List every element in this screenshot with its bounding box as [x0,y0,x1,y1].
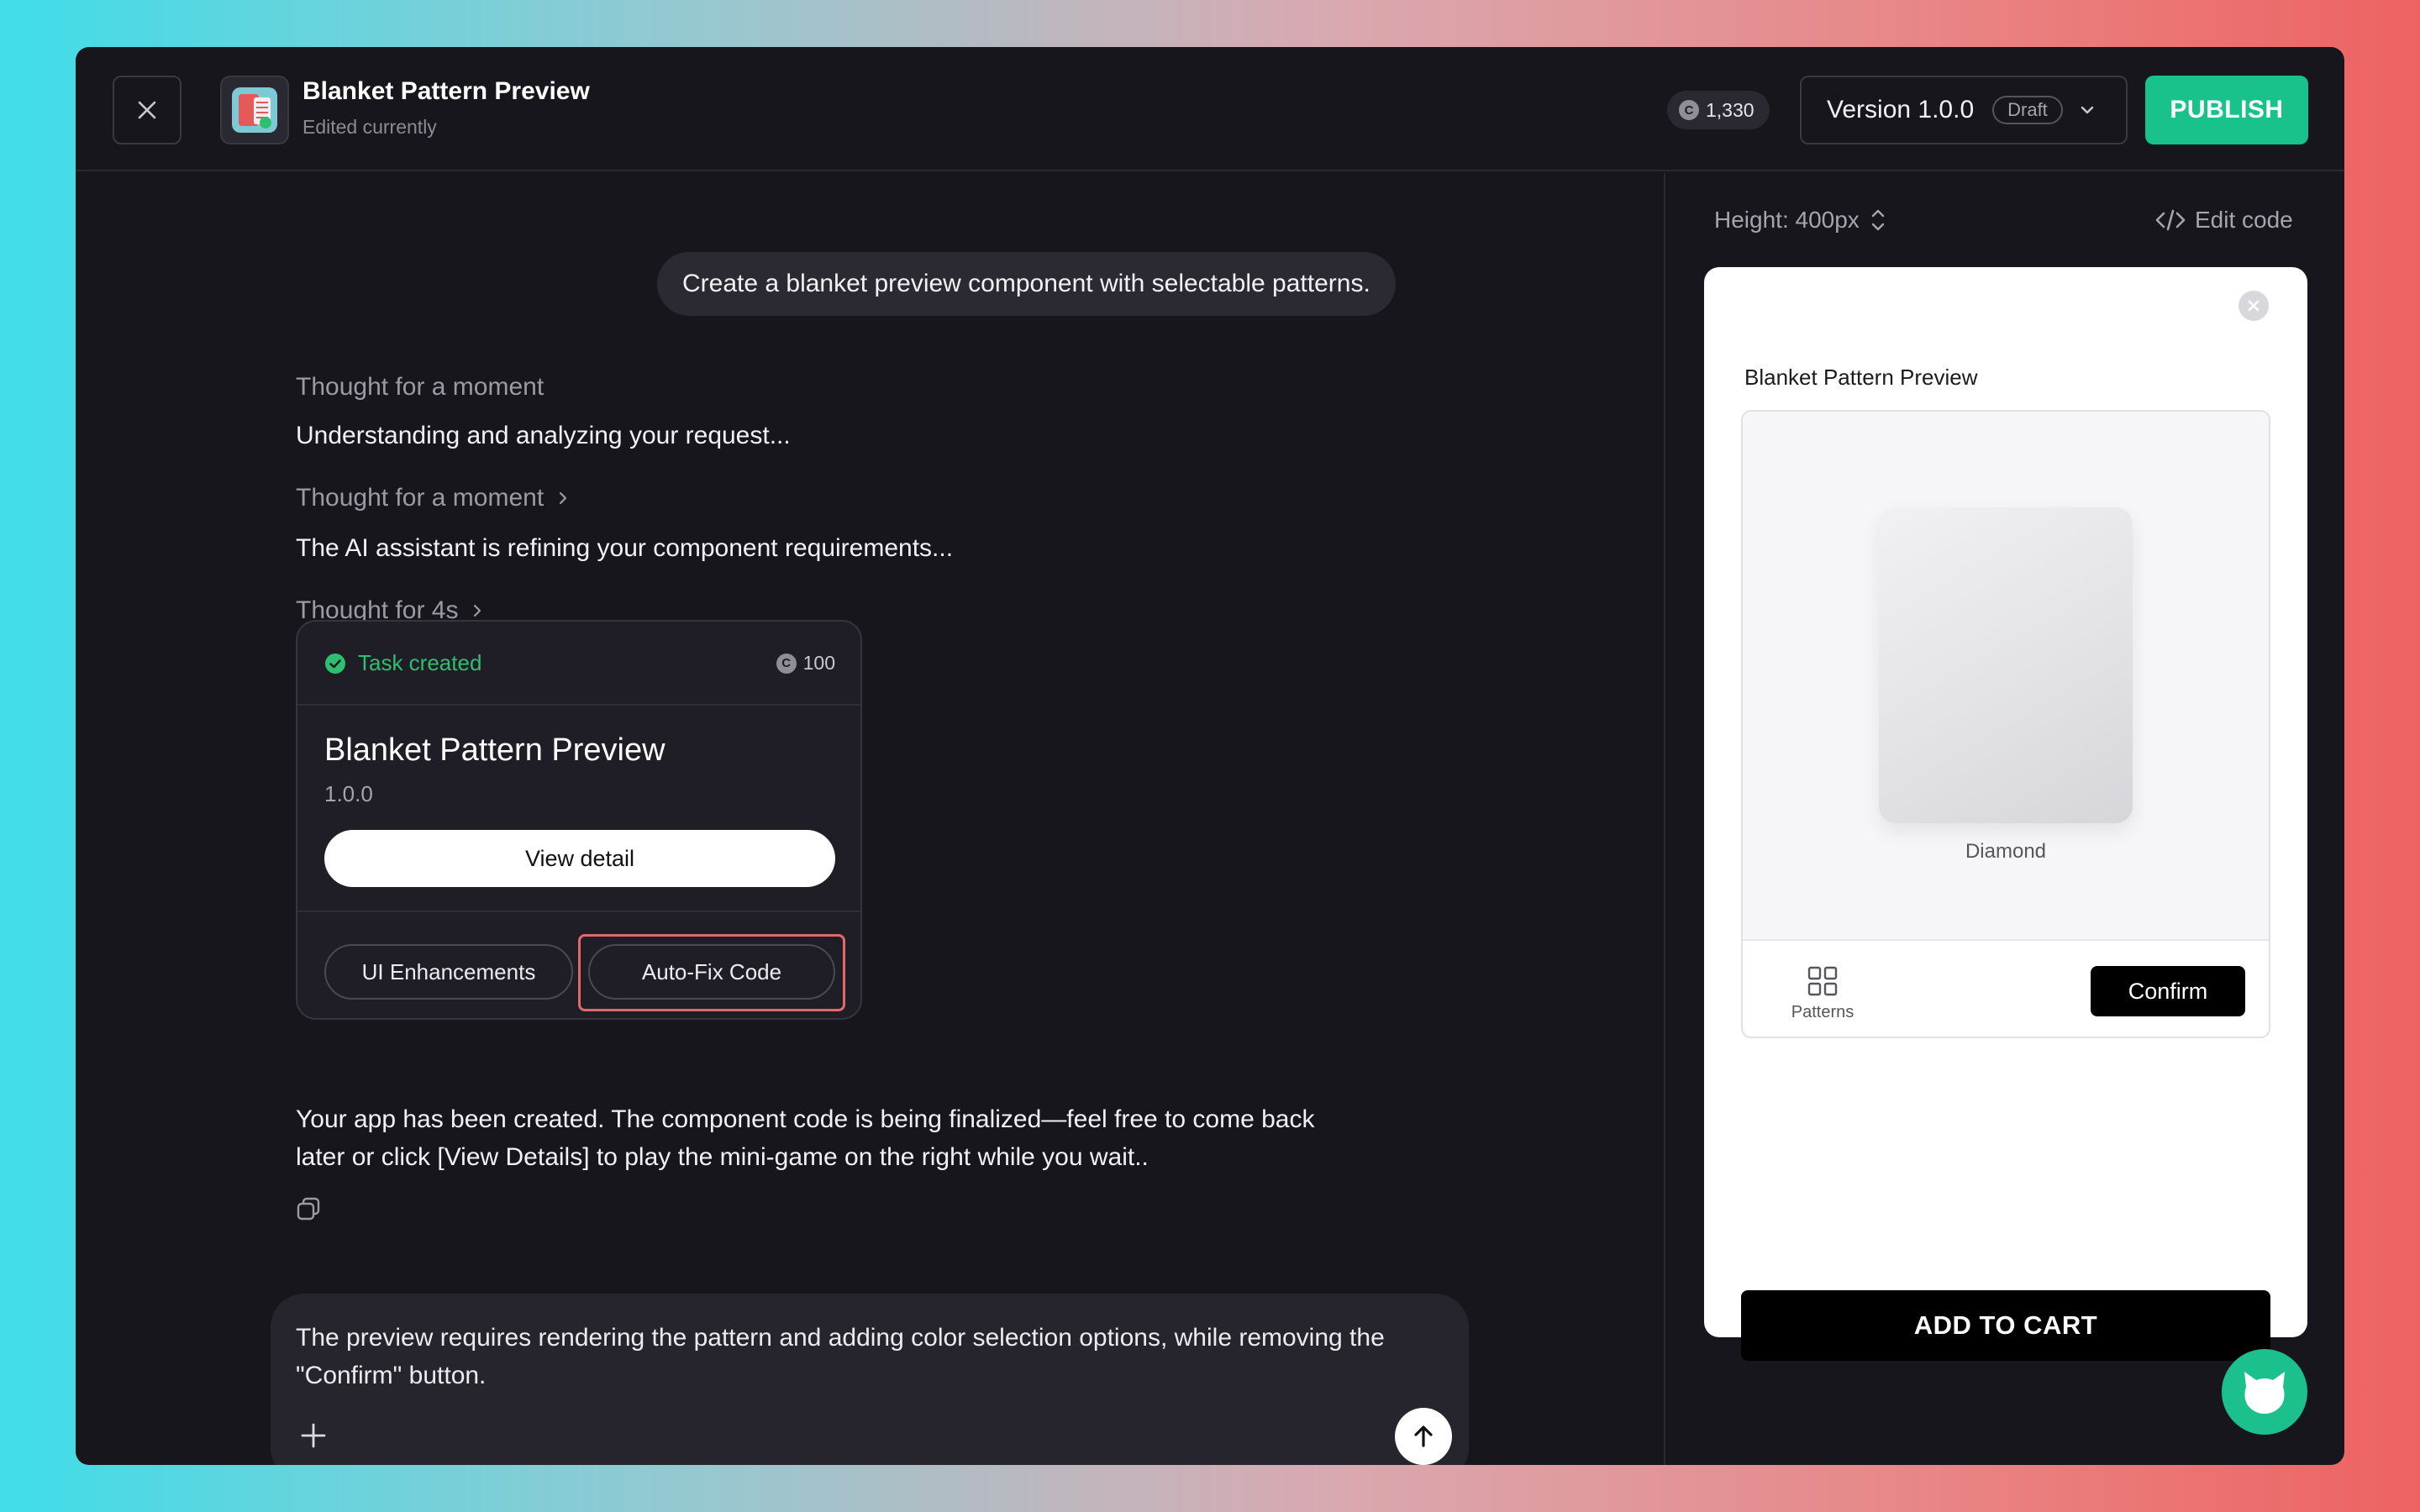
confirm-button[interactable]: Confirm [2091,966,2245,1016]
chevron-right-icon [474,604,481,617]
assistant-fab[interactable] [2222,1349,2307,1435]
app-window: Blanket Pattern Preview Edited currently… [76,47,2344,1465]
view-detail-button[interactable]: View detail [324,830,835,887]
add-attachment-button[interactable] [299,1421,328,1454]
version-label: Version 1.0.0 [1827,96,1975,123]
coin-icon: C [776,653,797,674]
thought-label: Thought for a moment [296,373,544,401]
copy-icon[interactable] [296,1196,321,1226]
app-icon [220,76,289,144]
ui-enhancements-button[interactable]: UI Enhancements [324,944,573,1000]
edit-status: Edited currently [302,116,437,138]
close-button[interactable] [113,76,182,144]
preview-close-button[interactable] [2238,291,2269,321]
preview-card: Blanket Pattern Preview Diamond Patterns… [1704,267,2307,1361]
blanket-preview [1879,507,2133,823]
version-dropdown[interactable]: Version 1.0.0 Draft [1800,76,2128,144]
assistant-text: The AI assistant is refining your compon… [296,534,954,562]
user-message: Create a blanket preview component with … [657,252,1396,316]
result-text-line-2: later or click [View Details] to play th… [296,1143,1149,1171]
thought-toggle[interactable]: Thought for a moment [296,484,571,512]
edit-code-button[interactable]: Edit code [2154,207,2293,234]
preview-frame: Diamond Patterns Confirm [1741,410,2270,1038]
code-icon [2155,209,2186,231]
coin-icon: C [1679,100,1699,120]
patterns-button[interactable]: Patterns [1785,964,1860,1022]
app-title: Blanket Pattern Preview [302,77,590,105]
message-composer[interactable]: The preview requires rendering the patte… [271,1294,1469,1465]
close-icon [2248,300,2260,312]
assistant-text: Understanding and analyzing your request… [296,422,791,449]
credits-count: 1,330 [1706,98,1754,121]
publish-button[interactable]: PUBLISH [2145,76,2308,144]
arrow-up-icon [1414,1425,1433,1447]
cat-icon [2244,1372,2285,1414]
sort-icon [1871,209,1884,231]
preview-title: Blanket Pattern Preview [1744,365,1978,390]
check-circle-icon [325,653,345,674]
plus-icon [301,1423,326,1448]
task-version: 1.0.0 [324,781,373,806]
task-status: Task created [324,650,481,676]
task-card: Task created C 100 Blanket Pattern Previ… [296,620,862,1020]
grid-icon [1807,966,1838,996]
top-bar: Blanket Pattern Preview Edited currently… [76,47,2344,171]
draft-badge: Draft [1992,96,2063,124]
chevron-down-icon [2081,106,2094,114]
close-icon [138,101,156,119]
result-text-line-1: Your app has been created. The component… [296,1105,1315,1133]
blanket-stage: Diamond [1743,412,2269,941]
credits-badge: C 1,330 [1667,91,1770,129]
task-title: Blanket Pattern Preview [324,732,666,768]
task-card-header: Task created C 100 [297,622,860,706]
height-selector[interactable]: Height: 400px [1714,207,1886,234]
panel-divider [1664,173,1665,1465]
preview-toolbar: Patterns Confirm [1743,942,2269,1037]
task-card-actions: UI Enhancements Auto-Fix Code [297,911,860,1018]
send-button[interactable] [1395,1408,1452,1465]
auto-fix-code-button[interactable]: Auto-Fix Code [588,944,835,1000]
add-to-cart-button[interactable]: ADD TO CART [1741,1290,2270,1361]
chevron-right-icon [560,491,567,505]
chat-panel: Create a blanket preview component with … [76,173,1664,1465]
task-cost: C 100 [776,652,835,675]
composer-input[interactable]: The preview requires rendering the patte… [296,1319,1455,1394]
pattern-name: Diamond [1965,840,2047,863]
